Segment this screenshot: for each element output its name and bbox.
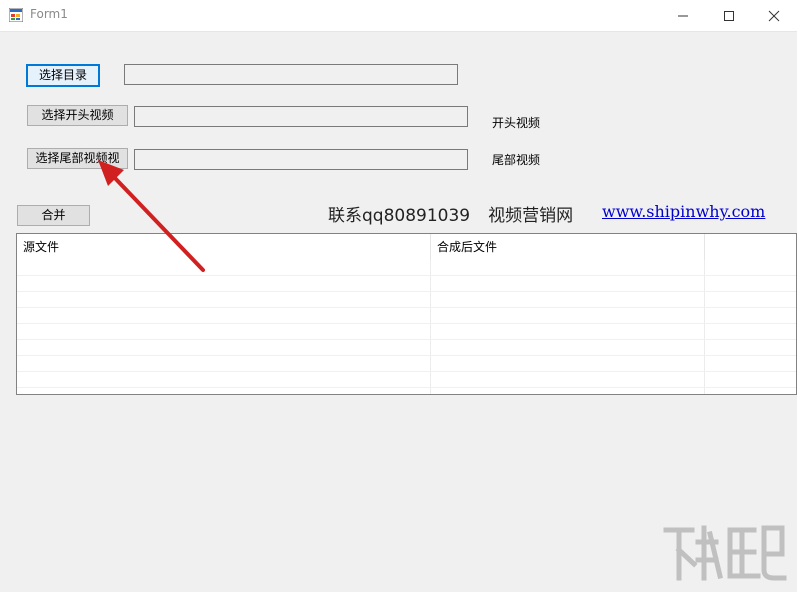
- window-title: Form1: [30, 7, 68, 21]
- table-row[interactable]: [17, 340, 796, 356]
- table-row[interactable]: [17, 292, 796, 308]
- app-window: Form1 选择目录 选择开头视频 开头视频 选择尾部视频视 尾部视频 合并 联…: [0, 0, 797, 592]
- minimize-icon: [678, 15, 688, 17]
- select-intro-video-label: 选择开头视频: [41, 108, 114, 122]
- title-bar[interactable]: Form1: [0, 0, 797, 32]
- table-row[interactable]: [17, 260, 796, 276]
- select-outro-video-button[interactable]: 选择尾部视频视: [27, 148, 128, 169]
- close-icon: [768, 10, 780, 22]
- maximize-button[interactable]: [706, 0, 752, 31]
- intro-video-label: 开头视频: [492, 116, 541, 130]
- column-header-extra[interactable]: [705, 234, 796, 260]
- column-header-output-label: 合成后文件: [437, 240, 498, 254]
- column-header-source-label: 源文件: [23, 240, 60, 254]
- website-link[interactable]: www.shipinwhy.com: [602, 202, 765, 221]
- column-header-output[interactable]: 合成后文件: [431, 234, 705, 260]
- outro-video-path-input[interactable]: [134, 149, 468, 170]
- merge-button[interactable]: 合并: [17, 205, 90, 226]
- contact-info: 联系qq80891039 视频营销网: [328, 201, 573, 226]
- column-header-source[interactable]: 源文件: [17, 234, 431, 260]
- directory-path-input[interactable]: [124, 64, 458, 85]
- table-row[interactable]: [17, 372, 796, 388]
- contact-qq: 联系qq80891039: [328, 206, 471, 226]
- select-outro-video-label: 选择尾部视频视: [35, 151, 120, 165]
- table-row[interactable]: [17, 356, 796, 372]
- table-row[interactable]: [17, 308, 796, 324]
- file-list-grid[interactable]: 源文件 合成后文件: [16, 233, 797, 395]
- select-directory-button[interactable]: 选择目录: [26, 64, 100, 87]
- select-directory-label: 选择目录: [38, 68, 87, 82]
- grid-header: 源文件 合成后文件: [17, 234, 796, 260]
- contact-brand: 视频营销网: [488, 206, 574, 226]
- minimize-button[interactable]: [660, 0, 706, 31]
- close-button[interactable]: [751, 0, 797, 31]
- outro-video-label: 尾部视频: [492, 153, 541, 167]
- form-app-icon: [9, 8, 23, 22]
- table-row[interactable]: [17, 324, 796, 340]
- intro-video-path-input[interactable]: [134, 106, 468, 127]
- maximize-icon: [724, 11, 734, 21]
- merge-label: 合并: [41, 208, 66, 222]
- table-row[interactable]: [17, 276, 796, 292]
- watermark-logo-icon: [663, 525, 787, 581]
- select-intro-video-button[interactable]: 选择开头视频: [27, 105, 128, 126]
